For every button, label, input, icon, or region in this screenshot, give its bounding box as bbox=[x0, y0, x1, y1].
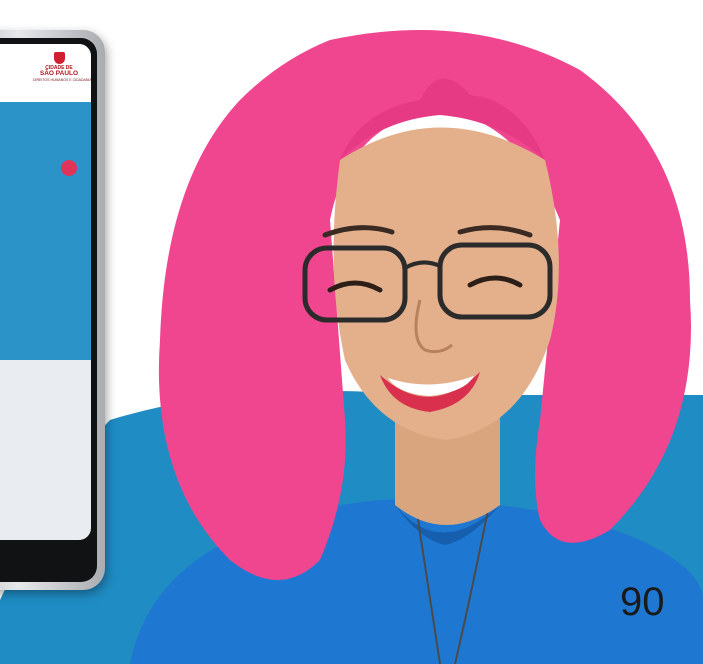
person-portrait bbox=[130, 30, 703, 664]
page-number: 90 bbox=[620, 580, 665, 624]
photo-scene: ☰ CIDADE DE SÃO PAULO DIREITOS HUMANOS E… bbox=[0, 0, 703, 664]
